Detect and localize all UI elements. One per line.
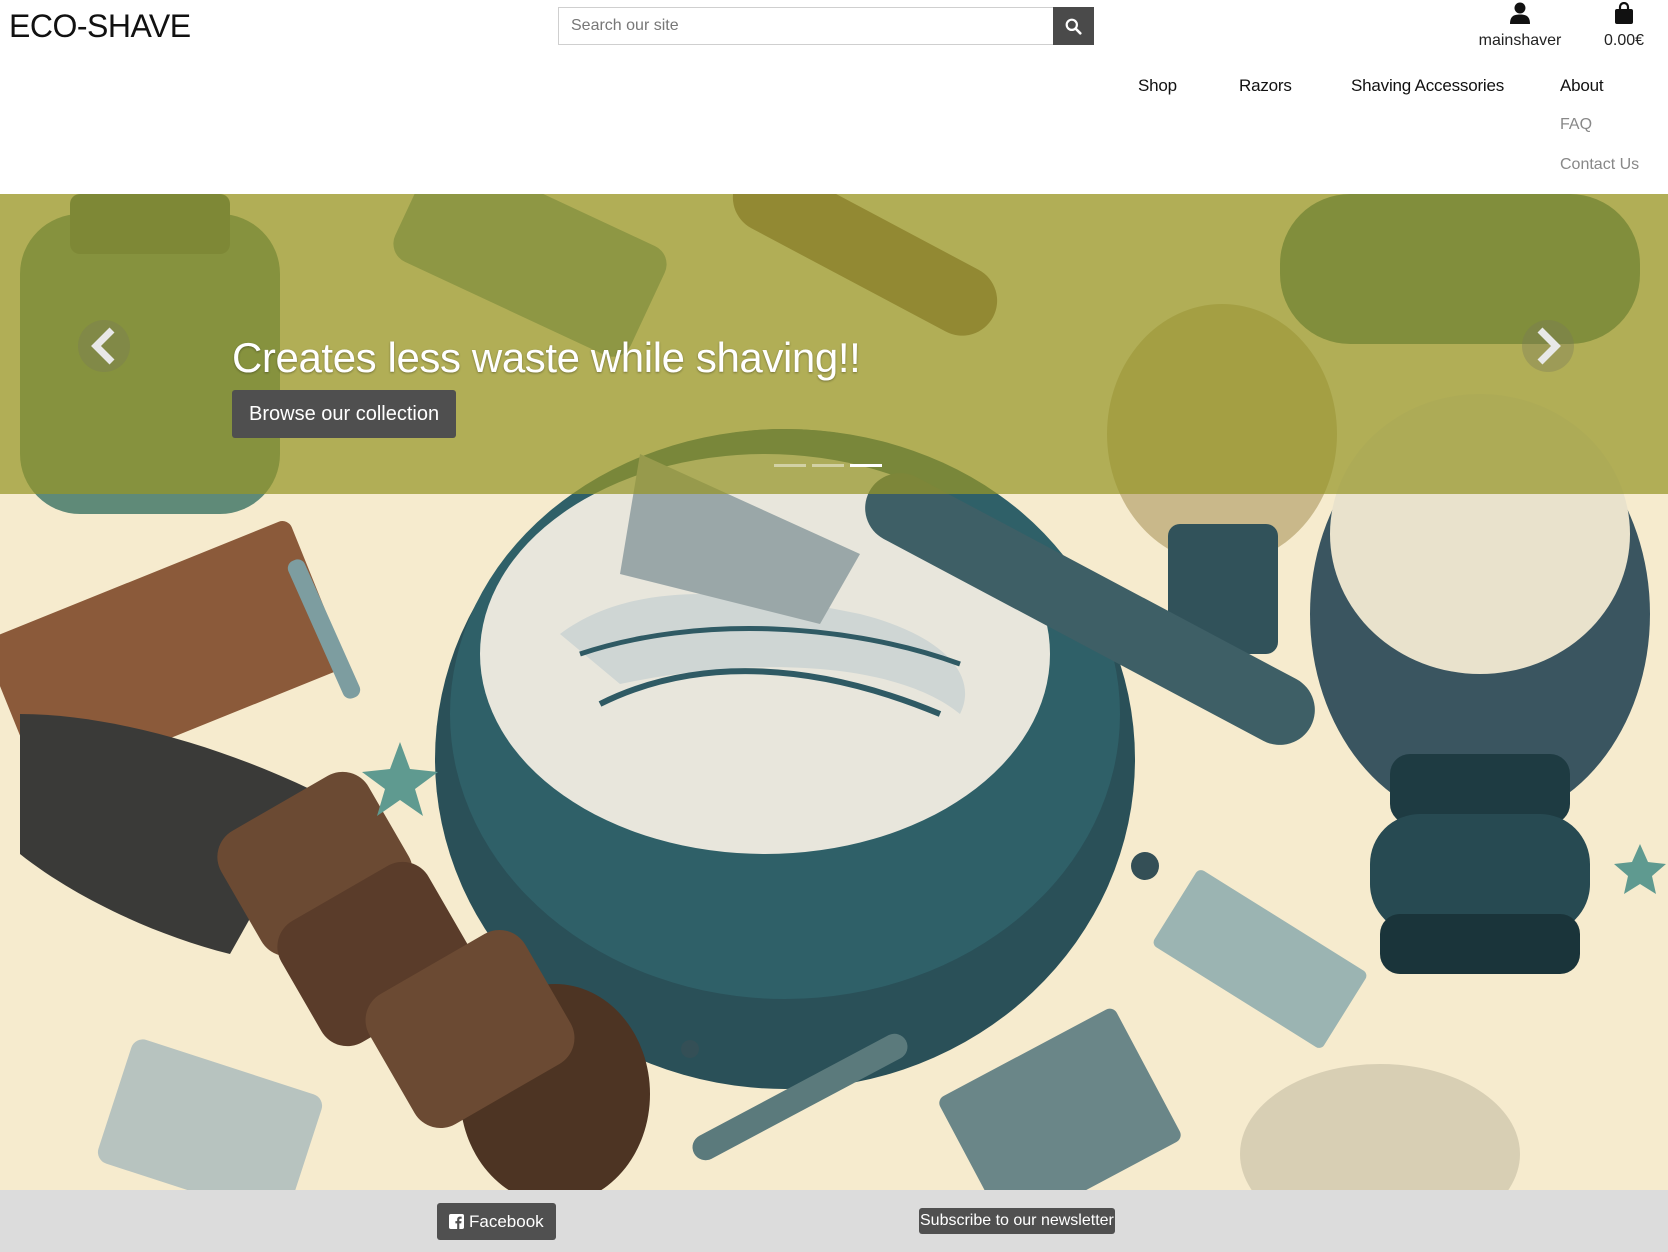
nav-item-shaving-accessories[interactable]: Shaving Accessories xyxy=(1351,76,1504,96)
main-nav: Shop Razors Shaving Accessories About xyxy=(0,76,1668,100)
chevron-right-icon xyxy=(1537,327,1561,365)
nav-item-razors[interactable]: Razors xyxy=(1239,76,1292,96)
user-icon xyxy=(1510,2,1530,24)
facebook-square-icon xyxy=(449,1214,464,1229)
search-input[interactable] xyxy=(558,7,1053,45)
facebook-button[interactable]: Facebook xyxy=(437,1203,556,1240)
chevron-left-icon xyxy=(91,327,115,365)
hero-caption: Creates less waste while shaving!! xyxy=(232,334,861,381)
carousel-indicator[interactable] xyxy=(774,464,806,467)
cart-total: 0.00€ xyxy=(1603,32,1645,49)
footer-bar: Facebook Subscribe to our newsletter xyxy=(0,1190,1668,1252)
search-form xyxy=(558,7,1094,45)
shopping-bag-icon xyxy=(1615,1,1633,24)
hero-carousel: Creates less waste while shaving!! Brows… xyxy=(0,194,1668,1190)
nav-item-shop[interactable]: Shop xyxy=(1138,76,1177,96)
facebook-label: Facebook xyxy=(469,1211,544,1231)
search-button[interactable] xyxy=(1053,7,1094,45)
browse-collection-button[interactable]: Browse our collection xyxy=(232,390,457,438)
search-icon xyxy=(1065,18,1082,35)
carousel-next-button[interactable] xyxy=(1522,320,1574,372)
dropdown-item-contact-us[interactable]: Contact Us xyxy=(1560,156,1639,174)
account-label: mainshaver xyxy=(1478,32,1562,49)
carousel-indicator-active[interactable] xyxy=(850,464,882,467)
account-link[interactable]: mainshaver xyxy=(1470,2,1570,50)
nav-item-about[interactable]: About xyxy=(1560,76,1604,96)
carousel-prev-button[interactable] xyxy=(78,320,130,372)
cart-link[interactable]: 0.00€ xyxy=(1592,1,1656,50)
carousel-indicator[interactable] xyxy=(812,464,844,467)
dropdown-item-faq[interactable]: FAQ xyxy=(1560,116,1592,134)
brand-logo[interactable]: ECO-SHAVE xyxy=(9,8,191,45)
newsletter-button[interactable]: Subscribe to our newsletter xyxy=(919,1208,1115,1234)
carousel-indicators xyxy=(774,464,882,467)
